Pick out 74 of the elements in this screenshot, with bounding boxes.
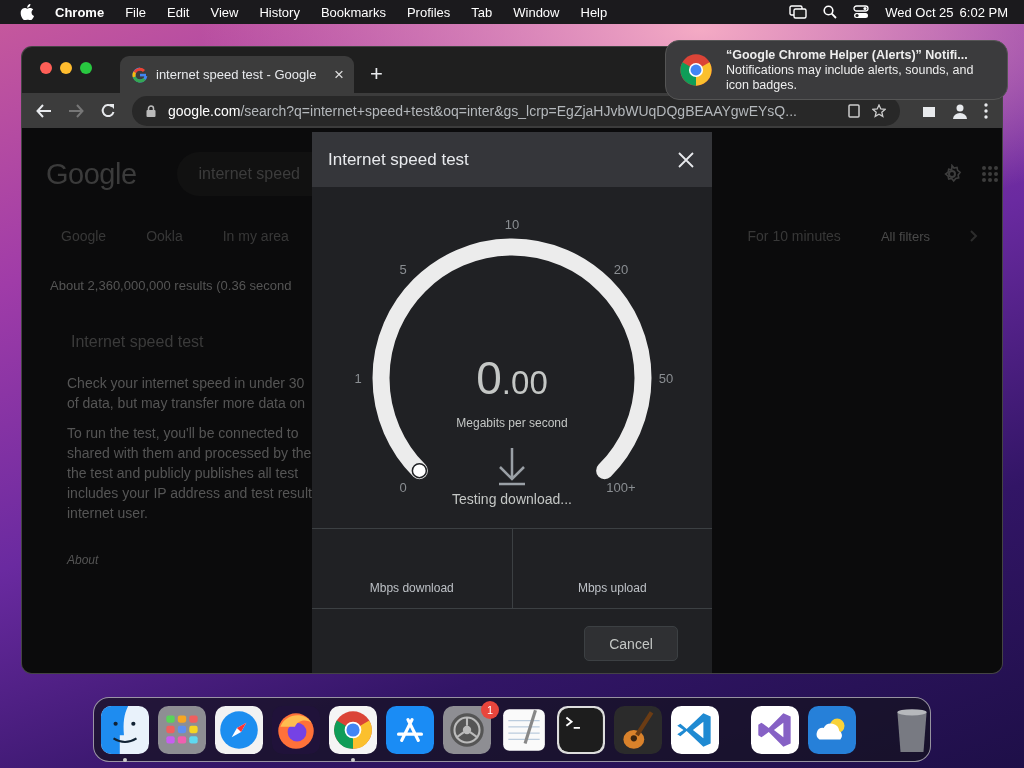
back-icon[interactable]: [36, 102, 52, 119]
gauge-tick-label: 0: [399, 479, 407, 495]
gauge-tick-label: 5: [399, 262, 407, 278]
description-line: To run the test, you'll be connected to: [67, 424, 299, 443]
star-icon[interactable]: [872, 103, 886, 118]
menu-bar-time[interactable]: 6:02 PM: [959, 4, 1008, 20]
close-tab-button[interactable]: ×: [334, 64, 344, 85]
notification-text: Notifications may include alerts, sounds, and icon badges.: [726, 62, 975, 93]
chrome-logo-icon: [678, 52, 714, 88]
search-icon[interactable]: [823, 5, 838, 19]
gauge-tick-label: 100+: [606, 479, 636, 495]
reload-icon[interactable]: [100, 102, 116, 119]
cancel-button[interactable]: Cancel: [584, 626, 678, 661]
menu-item[interactable]: File: [125, 4, 147, 20]
smiling-face-icon[interactable]: [101, 705, 149, 754]
address-bar[interactable]: google.com/search?q=internet+speed+test&oq=inter&gs_lcrp=EgZjaHJvbWUqDQgBEAAYgwEYsQ...: [132, 95, 900, 126]
gauge-tick-label: 20: [613, 262, 629, 278]
gauge-tick-label: 1: [354, 371, 362, 386]
zoom-window-button[interactable]: [80, 62, 92, 74]
stat-label: Mbps download: [369, 581, 454, 595]
more-menu-icon[interactable]: [984, 102, 988, 119]
browser-tab[interactable]: internet speed test - Google ×: [120, 56, 354, 93]
tab-title: internet speed test - Google: [156, 67, 318, 82]
notification-title: “Google Chrome Helper (Alerts)” Notifi...: [726, 47, 969, 63]
menu-item[interactable]: Profiles: [406, 4, 451, 20]
app-store-icon[interactable]: [386, 705, 434, 754]
description-line: shared with them and processed by the: [67, 444, 312, 463]
dialog-title: Internet speed test: [328, 149, 469, 170]
app-grid-icon[interactable]: [158, 705, 206, 754]
gauge-tick-label: 10: [504, 217, 520, 232]
forward-icon[interactable]: [68, 102, 84, 119]
gauge-thumb: [411, 462, 428, 479]
download-icon: [498, 446, 526, 486]
profile-icon[interactable]: [952, 102, 968, 119]
apple-logo-icon[interactable]: [20, 4, 34, 20]
description-line: internet user.: [67, 504, 148, 523]
google-logo-icon: [132, 66, 148, 83]
gear-icon[interactable]: [443, 705, 491, 754]
lock-icon: [146, 104, 156, 117]
unit-label: Megabits per second: [456, 416, 568, 430]
notification-toast[interactable]: “Google Chrome Helper (Alerts)” Notifi... Notifications may include alerts, sounds, and icon badges.: [665, 40, 1008, 100]
notification-count: 1: [481, 700, 499, 719]
page-icon[interactable]: [848, 103, 860, 118]
speed-value: 0.00: [476, 352, 548, 404]
status-text: Testing download...: [452, 491, 572, 507]
app-menu[interactable]: Chrome: [55, 4, 105, 20]
description-line: Check your internet speed in under 30: [67, 374, 305, 393]
screen-mirroring-icon[interactable]: [789, 5, 808, 19]
code-editor-icon[interactable]: [671, 705, 719, 754]
minimize-window-button[interactable]: [60, 62, 72, 74]
compass-icon[interactable]: [215, 705, 263, 754]
description-line: includes your IP address and test result: [67, 484, 312, 503]
menu-item[interactable]: View: [210, 4, 239, 20]
url-text: google.com/search?q=internet+speed+test&oq=inter&gs_lcrp=EgZjaHJvbWUqDQgBEAAYgwEYsQ...: [168, 102, 798, 119]
description-line: the test and publicly publishes all test: [67, 464, 299, 483]
result-stats: About 2,360,000,000 results (0.36 second: [50, 278, 293, 293]
toggle-switches-icon[interactable]: [853, 5, 870, 19]
gauge-tick-label: 50: [658, 371, 674, 386]
menu-item[interactable]: Edit: [167, 4, 190, 20]
stat-label: Mbps upload: [577, 581, 647, 595]
close-icon[interactable]: [678, 151, 694, 168]
menu-item[interactable]: Help: [580, 4, 608, 20]
menu-bar-date[interactable]: Wed Oct 25: [885, 4, 954, 20]
menu-item[interactable]: Tab: [471, 4, 493, 20]
guitar-icon[interactable]: [614, 705, 662, 754]
close-window-button[interactable]: [40, 62, 52, 74]
chrome-logo-icon[interactable]: [329, 705, 377, 754]
terminal-icon[interactable]: [557, 705, 605, 754]
weather-icon[interactable]: [808, 705, 856, 754]
new-tab-button[interactable]: +: [370, 61, 383, 87]
menu-item[interactable]: Bookmarks: [320, 4, 386, 20]
menu-item[interactable]: Window: [513, 4, 560, 20]
menu-item[interactable]: History: [259, 4, 300, 20]
description-line: of data, but may transfer more data on: [67, 394, 306, 413]
